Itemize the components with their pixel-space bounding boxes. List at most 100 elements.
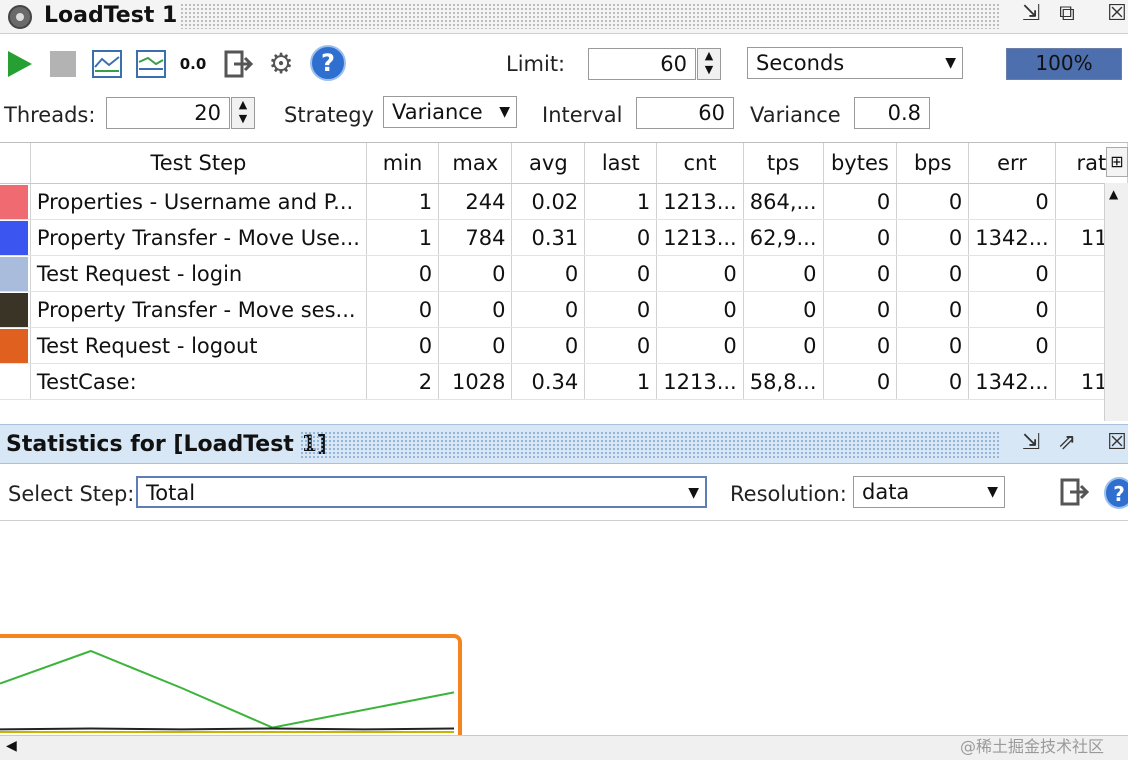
loadtest-icon [8,5,32,29]
limit-stepper[interactable]: ▲ ▼ [697,48,721,80]
column-header[interactable]: err [968,143,1056,184]
table-header: Test Step min max avg last cnt tps bytes bps err r… [0,143,1128,184]
interval-input[interactable]: 60 [636,97,734,129]
help-icon[interactable]: ? [1104,477,1128,509]
statistics-title: Statistics for [LoadTest 1] [6,432,327,457]
cell-err: 0 [968,291,1056,328]
cell-last: 0 [584,327,658,364]
cell-avg: 0 [511,255,586,292]
variance-input[interactable]: 0.8 [854,97,930,129]
statistics-history-icon[interactable] [136,50,166,78]
test-step-name: Property Transfer - Move ses... [30,291,367,328]
threads-stepper[interactable]: ▲ ▼ [231,97,255,129]
limit-input[interactable]: 60 [588,48,696,80]
close-icon[interactable]: ☒ [1104,2,1128,28]
scroll-left-icon[interactable]: ◀ [6,738,17,754]
table-row[interactable]: Property Transfer - Move Use... 1 784 0.31 0… [0,219,1128,256]
table-row[interactable]: Property Transfer - Move ses... 0 0 0 0 0 0 0 0 0… [0,291,1128,328]
cell-bytes: 0 [823,183,898,220]
results-grid: Test Step min max avg last cnt tps bytes bps err r… [0,143,1128,400]
cell-bytes: 0 [823,291,898,328]
table-row[interactable]: Properties - Username and P... 1 244 0.02 1 1… [0,183,1128,220]
table-row[interactable]: Test Request - logout0000000000 [0,327,1128,364]
resolution-select[interactable]: data ▼ [853,476,1005,508]
cell-tps: 0 [743,255,824,292]
cell-tps: 0 [743,327,824,364]
select-step-label: Select Step: [8,482,135,506]
column-header[interactable]: last [584,143,658,184]
interval-label: Interval [542,103,623,127]
column-header[interactable]: tps [743,143,824,184]
play-icon[interactable] [6,49,34,79]
cell-cnt: 0 [656,327,744,364]
column-header[interactable]: min [366,143,440,184]
cell-max: 1028 [438,363,513,400]
cell-cnt: 0 [656,255,744,292]
restore-icon[interactable]: ⧉ [1054,2,1080,28]
cell-tps: 62,9... [743,219,824,256]
cell-last: 0 [584,255,658,292]
threads-input[interactable]: 20 [106,97,230,129]
export-icon[interactable] [1060,478,1090,506]
cell-bps: 0 [896,183,970,220]
select-step-value: Total [146,481,196,505]
resolution-value: data [862,480,910,504]
color-column-header [0,143,31,184]
cell-min: 2 [366,363,440,400]
cell-bytes: 0 [823,327,898,364]
cell-tps: 0 [743,291,824,328]
strategy-label: Strategy [284,103,374,127]
test-step-name: Properties - Username and P... [30,183,367,220]
row-color-swatch [0,219,31,256]
table-scrollbar[interactable]: ▲ [1104,183,1128,421]
close-icon[interactable]: ☒ [1104,431,1128,457]
color-swatch [0,328,28,363]
test-step-name: Property Transfer - Move Use... [30,219,367,256]
table-row[interactable]: TestCase: 2 1028 0.34 1 1213... 58,8... 0 0 1342.… [0,363,1128,400]
test-step-name: Test Request - login [30,255,367,292]
reset-statistics-icon[interactable]: 0.0 [178,49,208,79]
table-row[interactable]: Test Request - login0000000000 [0,255,1128,292]
progress-text: 100% [1035,51,1093,75]
cell-last: 1 [584,363,658,400]
minimize-icon[interactable]: ⇲ [1018,431,1044,457]
row-color-swatch [0,183,31,220]
cell-bytes: 0 [823,363,898,400]
column-header[interactable]: max [438,143,513,184]
column-header[interactable]: Test Step [30,143,367,184]
scroll-up-icon[interactable]: ▲ [1109,187,1118,201]
cell-avg: 0 [511,327,586,364]
cell-bps: 0 [896,255,970,292]
maximize-icon[interactable]: ⇗ [1054,431,1080,457]
column-chooser-icon[interactable]: ⊞ [1106,147,1128,177]
row-color-swatch [0,255,31,292]
minimize-icon[interactable]: ⇲ [1018,2,1044,28]
cell-cnt: 0 [656,291,744,328]
strategy-select[interactable]: Variance ▼ [383,96,517,128]
cell-bps: 0 [896,327,970,364]
window-title-bar: LoadTest 1 ⇲ ⧉ ☒ [0,0,1128,34]
statistics-graph-icon[interactable] [92,50,122,78]
export-icon[interactable] [224,50,254,78]
cell-tps: 58,8... [743,363,824,400]
title-bar-grip [180,3,1000,29]
help-icon[interactable]: ? [310,45,346,81]
color-swatch [0,292,28,327]
column-header[interactable]: avg [511,143,586,184]
cell-avg: 0.02 [511,183,586,220]
loadtest-toolbar: 0.0 ⚙ ? Limit: 60 ▲ ▼ Seconds ▼ 100% [0,40,1128,90]
select-step-select[interactable]: Total ▼ [136,476,707,508]
gear-icon[interactable]: ⚙ [266,49,296,79]
stop-icon[interactable] [50,51,76,77]
chart-scrollbar[interactable]: ◀ [0,735,1128,760]
cell-bps: 0 [896,363,970,400]
watermark: @稀土掘金技术社区 [960,737,1105,756]
cell-max: 0 [438,291,513,328]
column-header[interactable]: bps [896,143,970,184]
threads-label: Threads: [4,103,96,127]
column-header[interactable]: bytes [823,143,898,184]
cell-last: 0 [584,291,658,328]
column-header[interactable]: cnt [656,143,744,184]
cell-max: 244 [438,183,513,220]
limit-unit-select[interactable]: Seconds ▼ [747,47,963,79]
